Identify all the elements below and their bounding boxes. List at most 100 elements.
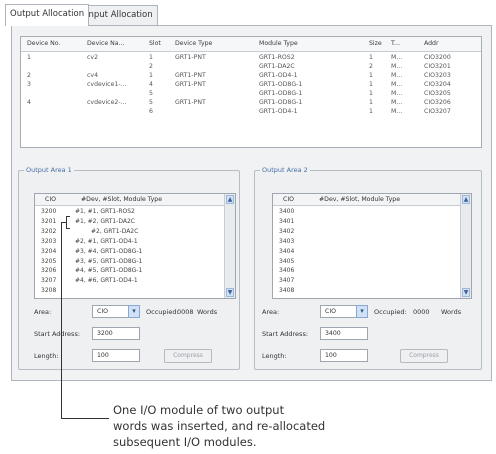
callout-connector-leader (61, 418, 109, 419)
table-row[interactable]: 2 GRT1-DA2C 2 M... CIO3201 (21, 62, 481, 71)
list-item[interactable]: 3407 (273, 276, 461, 285)
col-module-type[interactable]: Module Type (259, 40, 298, 47)
table-cell: 3 (27, 81, 31, 88)
col-dev-slot-module[interactable]: #Dev, #Slot, Module Type (81, 196, 162, 203)
scroll-down-icon[interactable]: ▼ (462, 288, 470, 297)
table-cell: cvdevice2-... (87, 99, 127, 106)
table-cell: GRT1-OD4-1 (259, 108, 298, 115)
col-dev-slot-module[interactable]: #Dev, #Slot, Module Type (319, 196, 400, 203)
scroll-down-icon[interactable]: ▼ (226, 288, 234, 297)
col-device-no[interactable]: Device No. (27, 40, 60, 47)
table-cell: 2 (369, 63, 373, 70)
table-cell: CIO3206 (424, 99, 451, 106)
table-cell: CIO3200 (424, 54, 451, 61)
col-device-type[interactable]: Device Type (175, 40, 212, 47)
list-item[interactable]: 3404 (273, 247, 461, 256)
table-row[interactable]: 2 cv4 1 GRT1-PNT GRT1-OD4-1 1 M... CIO3203 (21, 71, 481, 80)
table-cell: 1 (369, 54, 373, 61)
col-device-name[interactable]: Device Na... (87, 40, 124, 47)
area-label-2: Area: (262, 308, 280, 316)
cio-address: 3408 (279, 287, 295, 295)
list-item[interactable]: 3204 #3, #4, GRT1-OD8G-1 (35, 247, 225, 256)
list-item[interactable]: 3203 #2, #1, GRT1-OD4-1 (35, 237, 225, 246)
callout-line-2: words was inserted, and re-allocated (113, 419, 326, 433)
scroll-up-icon[interactable]: ▲ (226, 195, 234, 204)
table-cell: CIO3205 (424, 90, 451, 97)
table-cell: 1 (369, 90, 373, 97)
list-item[interactable]: 3401 (273, 217, 461, 226)
list-item[interactable]: 3403 (273, 237, 461, 246)
cio-address: 3405 (279, 257, 295, 265)
list-item[interactable]: 3205 #3, #5, GRT1-OD8G-1 (35, 257, 225, 266)
table-cell: M... (391, 54, 403, 61)
table-cell: M... (391, 63, 403, 70)
col-cio[interactable]: CIO (45, 196, 56, 203)
col-type[interactable]: T... (391, 40, 400, 47)
output-area-2-scrollbar[interactable]: ▲ ▼ (460, 194, 471, 298)
scroll-up-icon[interactable]: ▲ (462, 195, 470, 204)
list-item[interactable]: 3208 (35, 286, 225, 295)
output-area-1-title: Output Area 1 (24, 166, 74, 174)
device-table-header: Device No. Device Na... Slot Device Type… (21, 37, 481, 52)
col-slot[interactable]: Slot (149, 40, 161, 47)
occupied-label-2: Occupied: (374, 308, 407, 316)
table-cell: 1 (27, 54, 31, 61)
length-input-2[interactable]: 100 (320, 349, 368, 362)
cio-address: 3202 (41, 227, 57, 235)
table-row[interactable]: 1 cv2 1 GRT1-PNT GRT1-ROS2 1 M... CIO3200 (21, 53, 481, 62)
table-cell: 1 (369, 81, 373, 88)
table-cell: cv2 (87, 54, 99, 61)
table-cell: GRT1-PNT (175, 72, 206, 79)
cio-address: 3205 (41, 257, 57, 265)
list-item[interactable]: 3200 #1, #1, GRT1-ROS2 (35, 207, 225, 216)
list-item[interactable]: 3206 #4, #5, GRT1-OD8G-1 (35, 266, 225, 275)
cio-address: 3402 (279, 227, 295, 235)
cio-address: 3203 (41, 237, 57, 245)
output-area-2-list-header: CIO #Dev, #Slot, Module Type (273, 194, 461, 206)
area-select-2[interactable]: CIO (320, 305, 360, 318)
list-item[interactable]: 3402 (273, 227, 461, 236)
cio-address: 3208 (41, 287, 57, 295)
table-cell: GRT1-ROS2 (259, 54, 295, 61)
output-area-1-scrollbar[interactable]: ▲ ▼ (224, 194, 235, 298)
table-row[interactable]: 6 GRT1-OD4-1 1 M... CIO3207 (21, 107, 481, 116)
table-row[interactable]: 5 GRT1-OD8G-1 1 M... CIO3205 (21, 89, 481, 98)
list-item[interactable]: 3405 (273, 257, 461, 266)
table-cell: M... (391, 99, 403, 106)
list-item[interactable]: 3406 (273, 266, 461, 275)
output-area-1-list: CIO #Dev, #Slot, Module Type 3200 #1, #1,… (34, 193, 236, 299)
tab-input-allocation[interactable]: Input Allocation (81, 5, 158, 25)
col-addr[interactable]: Addr (424, 40, 439, 47)
start-address-label-1: Start Address: (34, 330, 81, 338)
compress-button-2[interactable]: Compress (400, 349, 448, 363)
module-assignment: #4, #6, GRT1-OD4-1 (75, 277, 138, 285)
table-cell: CIO3201 (424, 63, 451, 70)
chevron-down-icon[interactable]: ▾ (128, 305, 140, 318)
list-item[interactable]: 3400 (273, 207, 461, 216)
area-select-1[interactable]: CIO (92, 305, 132, 318)
table-cell: 1 (369, 108, 373, 115)
col-cio[interactable]: CIO (283, 196, 294, 203)
table-cell: GRT1-PNT (175, 81, 206, 88)
table-row[interactable]: 3 cvdevice1-... 4 GRT1-PNT GRT1-OD8G-1 1 M... C… (21, 80, 481, 89)
chevron-down-icon[interactable]: ▾ (356, 305, 368, 318)
col-size[interactable]: Size (369, 40, 382, 47)
start-address-input-2[interactable]: 3400 (320, 327, 368, 340)
table-cell: GRT1-PNT (175, 54, 206, 61)
compress-button-1[interactable]: Compress (164, 349, 212, 363)
callout-bracket-line (66, 216, 67, 228)
table-row[interactable]: 4 cvdevice2-... 5 GRT1-PNT GRT1-OD8G-1 1 M... C… (21, 98, 481, 107)
table-cell: 5 (149, 99, 153, 106)
cio-address: 3401 (279, 217, 295, 225)
list-item[interactable]: 3202 #2, GRT1-DA2C (35, 227, 225, 236)
table-cell: 2 (27, 72, 31, 79)
occupied-value-1: 0008 (177, 308, 194, 316)
start-address-input-1[interactable]: 3200 (92, 327, 140, 340)
length-input-1[interactable]: 100 (92, 349, 140, 362)
table-cell: 1 (369, 99, 373, 106)
tab-output-allocation[interactable]: Output Allocation (5, 4, 90, 26)
list-item[interactable]: 3207 #4, #6, GRT1-OD4-1 (35, 276, 225, 285)
table-cell: 4 (149, 81, 153, 88)
list-item[interactable]: 3408 (273, 286, 461, 295)
length-label-2: Length: (262, 352, 287, 360)
